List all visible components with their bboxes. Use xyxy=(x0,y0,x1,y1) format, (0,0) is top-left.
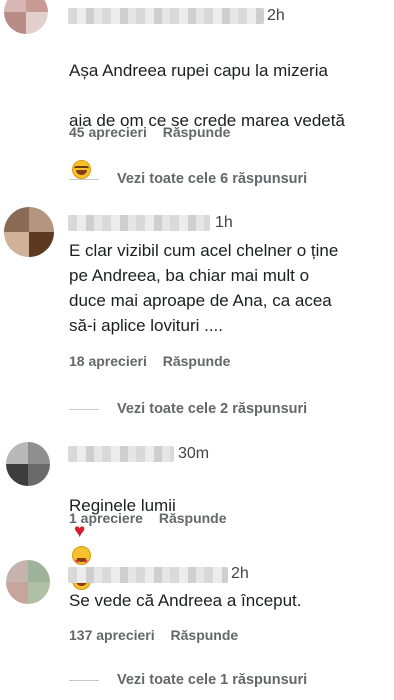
likes-count[interactable]: 45 aprecieri xyxy=(69,124,147,140)
likes-count[interactable]: 18 aprecieri xyxy=(69,353,147,369)
comment-meta: 137 aprecieri Răspunde xyxy=(69,627,238,643)
comment-meta: 18 aprecieri Răspunde xyxy=(69,353,230,369)
comment-meta: 1 apreciere Răspunde xyxy=(69,510,227,526)
comment-time: 30m xyxy=(178,445,210,462)
view-replies-label: Vezi toate cele 6 răspunsuri xyxy=(117,171,308,187)
view-replies-button[interactable]: Vezi toate cele 6 răspunsuri xyxy=(69,171,307,187)
reply-button[interactable]: Răspunde xyxy=(163,124,231,140)
avatar[interactable] xyxy=(6,560,50,604)
author-name[interactable] xyxy=(68,446,174,462)
reply-button[interactable]: Răspunde xyxy=(159,510,227,526)
reply-button[interactable]: Răspunde xyxy=(163,353,231,369)
comment-3: 30m Reginele lumii ♥ 1 apreciere Răspund… xyxy=(0,440,394,590)
comment-2: 1h E clar vizibil cum acel chelner o țin… xyxy=(0,205,394,420)
comment-text-line-1: Așa Andreea rupei capu la mizeria xyxy=(69,61,328,80)
comment-meta: 45 aprecieri Răspunde xyxy=(69,124,230,140)
view-replies-label: Vezi toate cele 2 răspunsuri xyxy=(117,401,308,417)
comment-text: Se vede că Andreea a început. xyxy=(69,591,302,610)
comment-time: 2h xyxy=(231,565,249,582)
avatar[interactable] xyxy=(6,442,50,486)
view-replies-label: Vezi toate cele 1 răspunsuri xyxy=(117,672,308,688)
likes-count[interactable]: 1 apreciere xyxy=(69,510,143,526)
divider-line xyxy=(69,178,99,180)
reply-button[interactable]: Răspunde xyxy=(171,627,239,643)
avatar[interactable] xyxy=(4,0,48,34)
divider-line xyxy=(69,408,99,410)
view-replies-button[interactable]: Vezi toate cele 2 răspunsuri xyxy=(69,401,307,417)
avatar[interactable] xyxy=(4,207,54,257)
comment-1: 2h Așa Andreea rupei capu la mizeria aia… xyxy=(0,0,394,196)
author-name[interactable] xyxy=(68,8,264,24)
view-replies-button[interactable]: Vezi toate cele 1 răspunsuri xyxy=(69,672,307,688)
divider-line xyxy=(69,679,99,681)
comment-4: 2h Se vede că Andreea a început. 137 apr… xyxy=(0,556,394,700)
comment-text: E clar vizibil cum acel chelner o ține p… xyxy=(69,241,339,335)
author-name[interactable] xyxy=(68,567,228,583)
comment-text: Așa Andreea rupei capu la mizeria aia de… xyxy=(69,33,345,183)
comment-time: 2h xyxy=(267,7,285,24)
comment-time: 1h xyxy=(215,214,233,231)
likes-count[interactable]: 137 aprecieri xyxy=(69,627,155,643)
author-name[interactable] xyxy=(68,215,210,231)
